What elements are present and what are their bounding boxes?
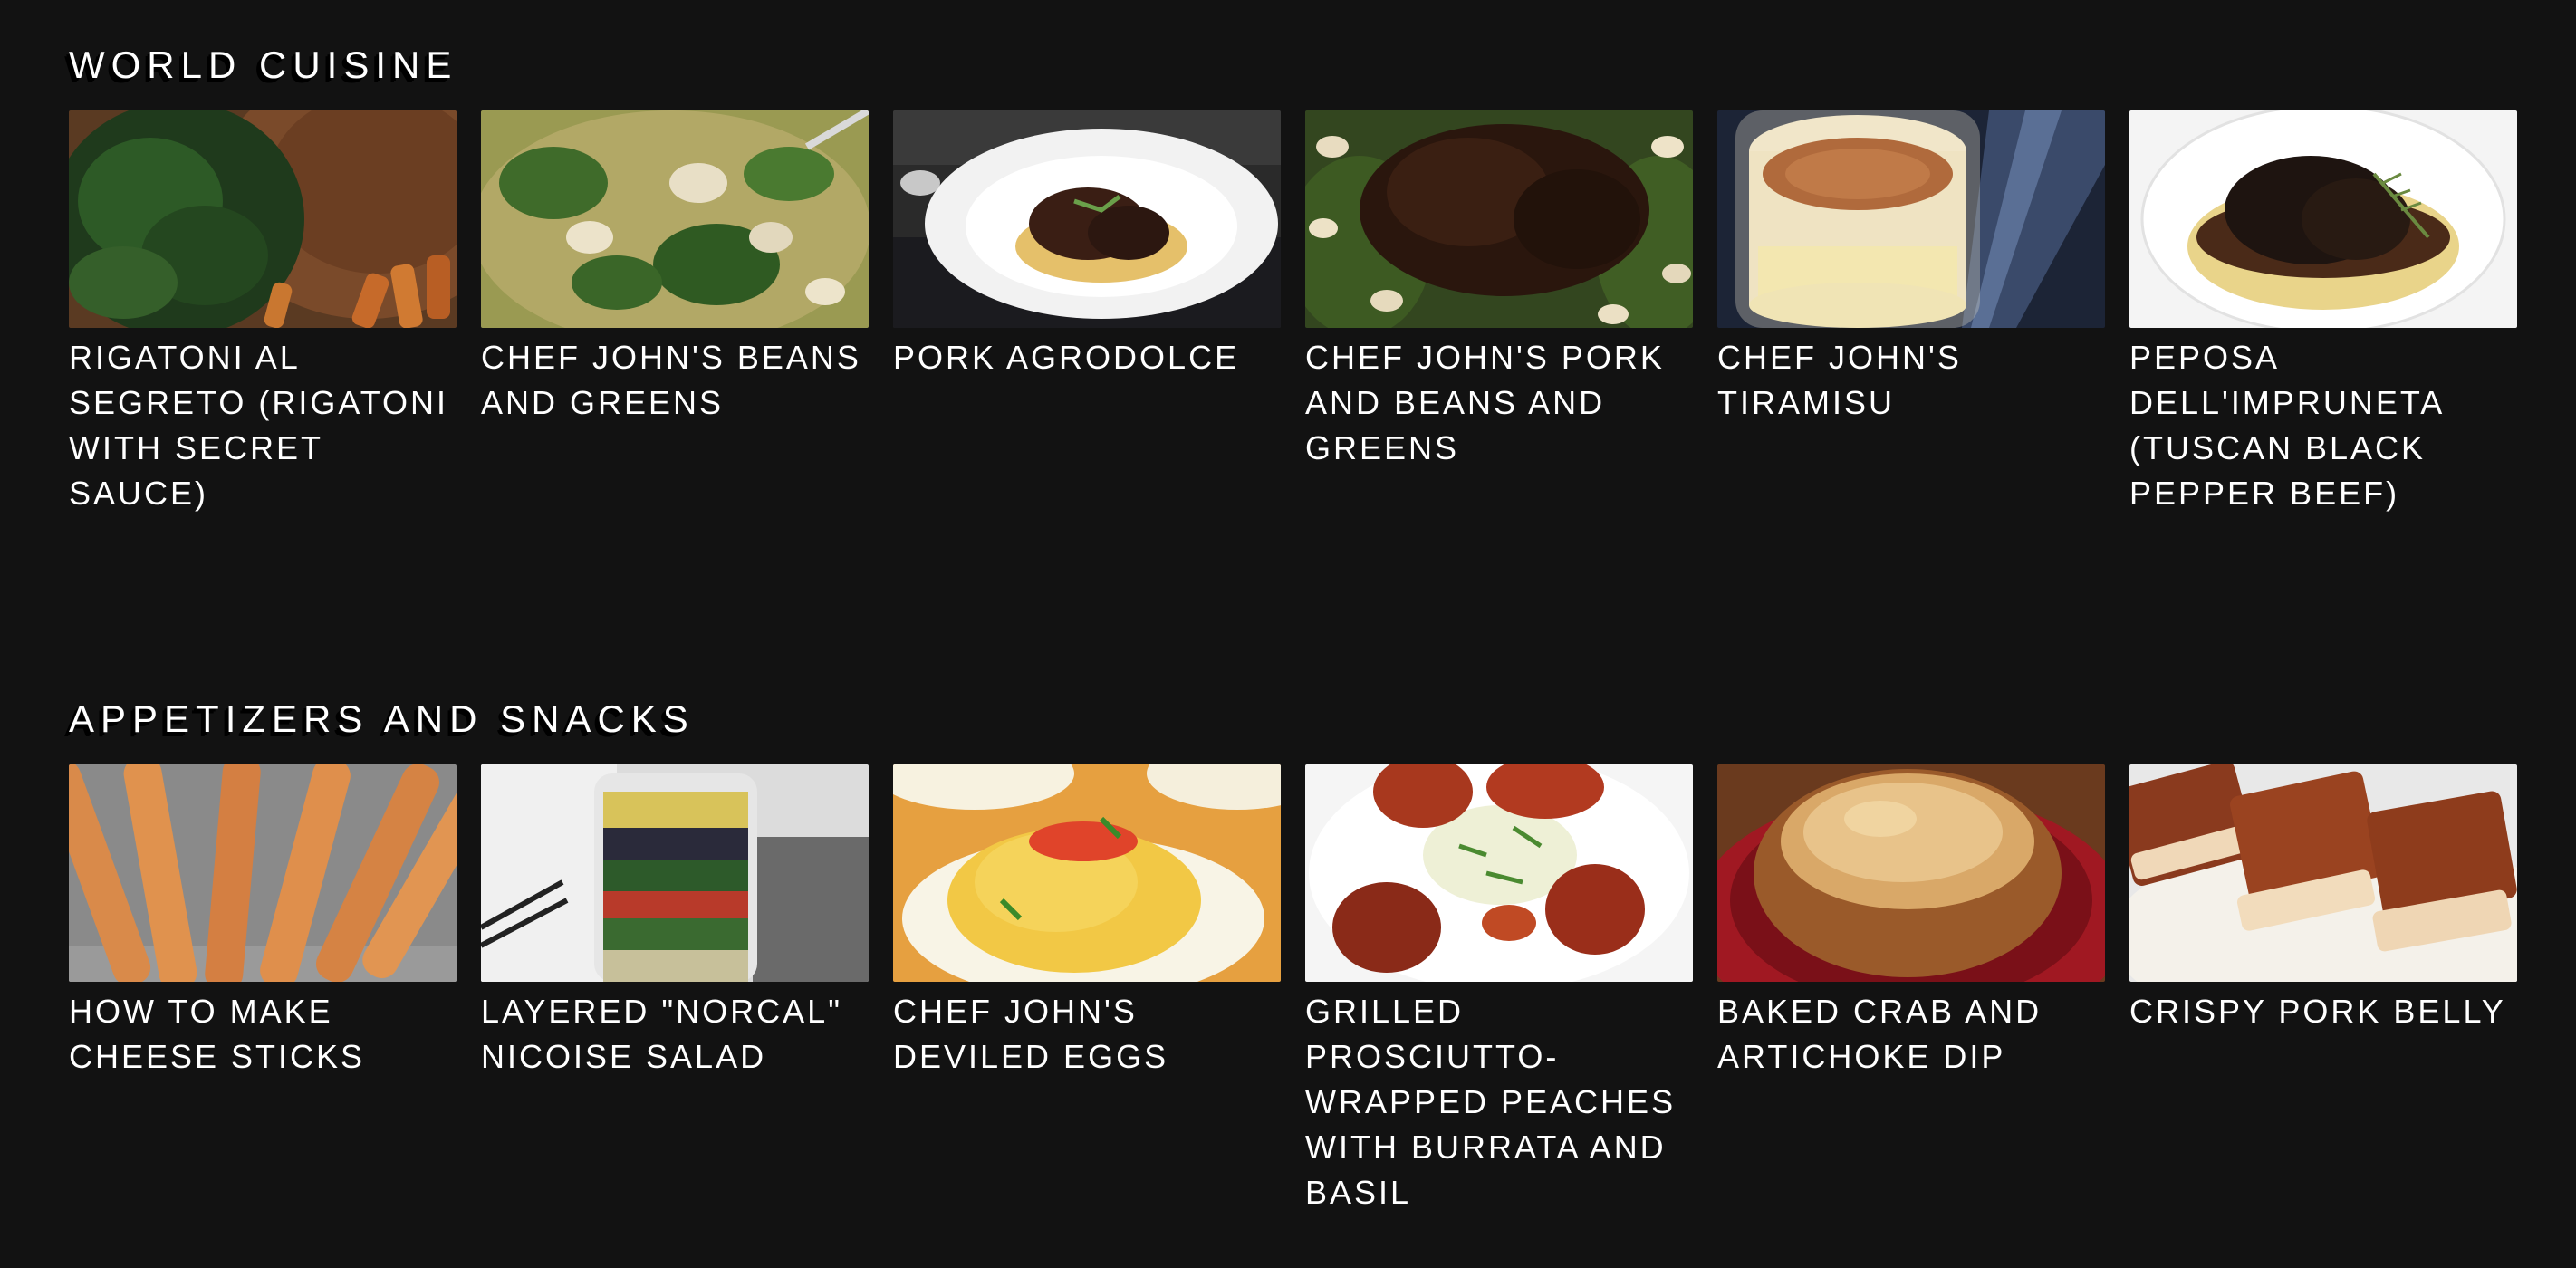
recipe-title[interactable]: PORK AGRODOLCE (893, 335, 1281, 380)
crab-dip-photo[interactable] (1717, 764, 2105, 982)
recipe-title[interactable]: GRILLED PROSCIUTTO-WRAPPED PEACHES WITH … (1305, 989, 1693, 1215)
recipe-card[interactable]: CHEF JOHN'S BEANS AND GREENS (481, 110, 869, 516)
recipe-card[interactable]: GRILLED PROSCIUTTO-WRAPPED PEACHES WITH … (1305, 764, 1693, 1215)
recipe-title[interactable]: BAKED CRAB AND ARTICHOKE DIP (1717, 989, 2105, 1080)
pork-belly-photo[interactable] (2129, 764, 2517, 982)
recipe-title[interactable]: CRISPY PORK BELLY (2129, 989, 2517, 1034)
recipe-card[interactable]: BAKED CRAB AND ARTICHOKE DIP (1717, 764, 2105, 1215)
recipe-title[interactable]: CHEF JOHN'S BEANS AND GREENS (481, 335, 869, 426)
deviled-eggs-photo[interactable] (893, 764, 1281, 982)
recipe-card[interactable]: CHEF JOHN'S PORK AND BEANS AND GREENS (1305, 110, 1693, 516)
recipe-title[interactable]: PEPOSA DELL'IMPRUNETA (TUSCAN BLACK PEPP… (2129, 335, 2517, 516)
section-world-cuisine: WORLD CUISINE RIGATONI AL SEGRETO (RIGAT… (69, 40, 2517, 516)
beans-greens-photo[interactable] (481, 110, 869, 328)
recipe-title[interactable]: CHEF JOHN'S DEVILED EGGS (893, 989, 1281, 1080)
recipe-title[interactable]: CHEF JOHN'S TIRAMISU (1717, 335, 2105, 426)
section-title: APPETIZERS AND SNACKS (69, 697, 695, 740)
pork-agrodolce-photo[interactable] (893, 110, 1281, 328)
recipe-title[interactable]: RIGATONI AL SEGRETO (RIGATONI WITH SECRE… (69, 335, 457, 516)
recipe-card[interactable]: CHEF JOHN'S TIRAMISU (1717, 110, 2105, 516)
recipe-title[interactable]: HOW TO MAKE CHEESE STICKS (69, 989, 457, 1080)
cheese-sticks-photo[interactable] (69, 764, 457, 982)
recipe-grid: RIGATONI AL SEGRETO (RIGATONI WITH SECRE… (69, 110, 2517, 516)
recipe-title[interactable]: LAYERED "NORCAL" NICOISE SALAD (481, 989, 869, 1080)
section-title: WORLD CUISINE (69, 43, 458, 86)
recipe-card[interactable]: PORK AGRODOLCE (893, 110, 1281, 516)
recipe-title[interactable]: CHEF JOHN'S PORK AND BEANS AND GREENS (1305, 335, 1693, 471)
nicoise-salad-photo[interactable] (481, 764, 869, 982)
recipe-card[interactable]: LAYERED "NORCAL" NICOISE SALAD (481, 764, 869, 1215)
section-appetizers-and-snacks: APPETIZERS AND SNACKS HOW TO MAKE CHEESE… (69, 694, 2517, 1215)
recipe-grid: HOW TO MAKE CHEESE STICKS LAYERED "NORCA… (69, 764, 2517, 1215)
recipe-card[interactable]: RIGATONI AL SEGRETO (RIGATONI WITH SECRE… (69, 110, 457, 516)
recipe-card[interactable]: CRISPY PORK BELLY (2129, 764, 2517, 1215)
tiramisu-photo[interactable] (1717, 110, 2105, 328)
recipe-card[interactable]: HOW TO MAKE CHEESE STICKS (69, 764, 457, 1215)
recipe-card[interactable]: PEPOSA DELL'IMPRUNETA (TUSCAN BLACK PEPP… (2129, 110, 2517, 516)
recipe-card[interactable]: CHEF JOHN'S DEVILED EGGS (893, 764, 1281, 1215)
peposa-photo[interactable] (2129, 110, 2517, 328)
rigatoni-photo[interactable] (69, 110, 457, 328)
pork-beans-greens-photo[interactable] (1305, 110, 1693, 328)
prosciutto-peaches-photo[interactable] (1305, 764, 1693, 982)
